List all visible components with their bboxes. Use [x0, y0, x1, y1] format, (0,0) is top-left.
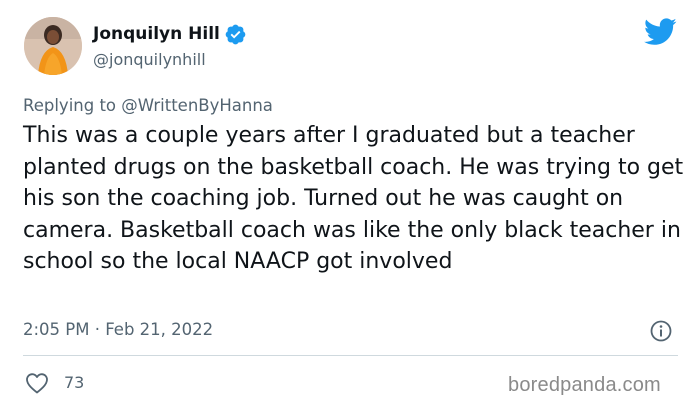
info-icon[interactable] — [650, 320, 672, 342]
tweet-text: This was a couple years after I graduate… — [23, 123, 684, 274]
author-handle[interactable]: @jonquilynhill — [93, 50, 247, 69]
avatar[interactable] — [24, 17, 82, 75]
like-count: 73 — [64, 373, 85, 392]
tweet-card: Jonquilyn Hill @jonquilynhill Replying t… — [0, 0, 700, 410]
heart-icon[interactable] — [25, 372, 49, 394]
replying-to: Replying to @WrittenByHanna — [23, 96, 273, 115]
author-block: Jonquilyn Hill @jonquilynhill — [93, 22, 247, 69]
reply-mention-link[interactable]: @WrittenByHanna — [121, 96, 273, 115]
author-name[interactable]: Jonquilyn Hill — [93, 24, 220, 44]
tweet-timestamp[interactable]: 2:05 PM · Feb 21, 2022 — [23, 320, 213, 339]
divider — [23, 355, 678, 356]
replying-prefix: Replying to — [23, 96, 117, 115]
verified-badge-icon — [224, 23, 247, 46]
watermark: boredpanda.com — [508, 374, 661, 396]
twitter-bird-icon[interactable] — [644, 18, 677, 46]
